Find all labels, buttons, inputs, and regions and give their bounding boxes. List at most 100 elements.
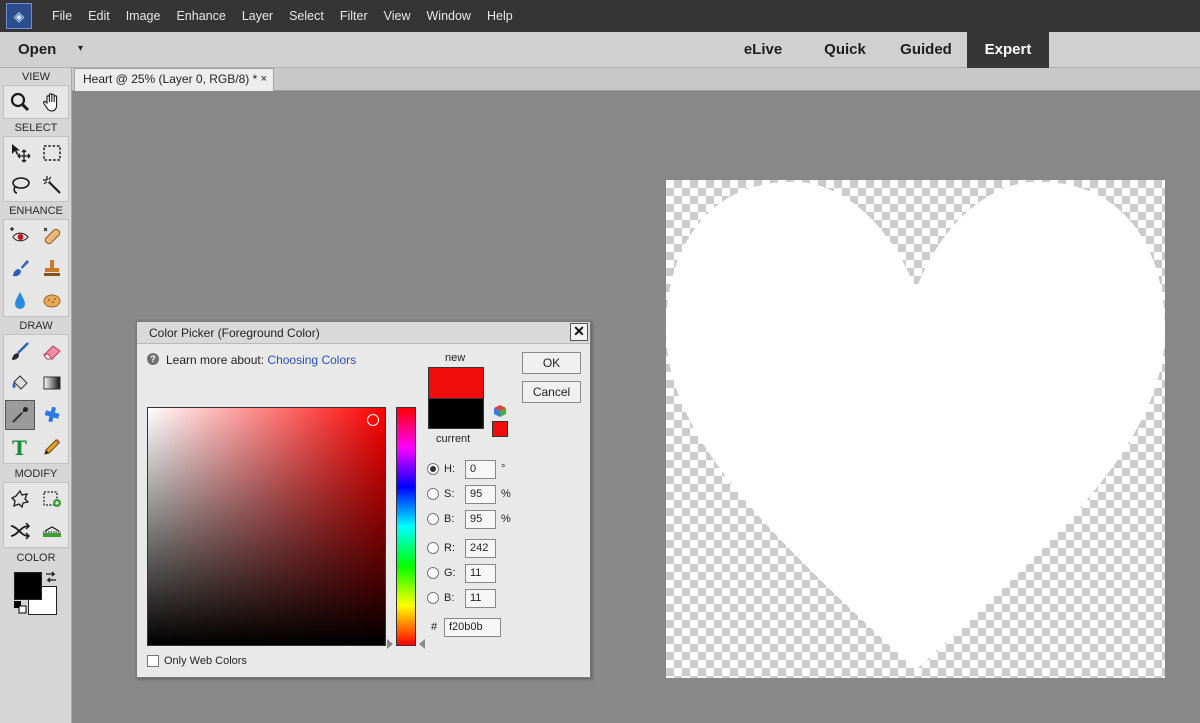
move-tool-icon[interactable]	[5, 138, 35, 168]
brightness-radio[interactable]	[427, 513, 439, 525]
document-tab-title: Heart @ 25% (Layer 0, RGB/8) *	[83, 72, 258, 86]
sponge-tool-icon[interactable]	[37, 285, 67, 315]
section-label-draw: DRAW	[19, 320, 53, 332]
open-dropdown-arrow-icon[interactable]: ▾	[78, 32, 83, 68]
crop-tool-icon[interactable]	[5, 484, 35, 514]
open-button[interactable]: Open	[18, 32, 56, 68]
saturation-radio[interactable]	[427, 488, 439, 500]
hex-label: #	[431, 621, 438, 633]
foreground-color-swatch[interactable]	[14, 572, 42, 600]
brightness-unit: %	[501, 513, 511, 525]
menu-select[interactable]: Select	[281, 0, 332, 32]
tool-group-draw: T	[3, 334, 69, 464]
green-radio[interactable]	[427, 567, 439, 579]
menu-filter[interactable]: Filter	[332, 0, 376, 32]
hand-tool-icon[interactable]	[37, 87, 67, 117]
tab-quick[interactable]: Quick	[806, 32, 884, 68]
default-colors-icon[interactable]	[14, 601, 27, 614]
saturation-unit: %	[501, 488, 511, 500]
menu-image[interactable]: Image	[118, 0, 169, 32]
saturation-label: S:	[444, 488, 455, 500]
menu-enhance[interactable]: Enhance	[168, 0, 233, 32]
brightness-input[interactable]: 95	[465, 510, 496, 529]
image-canvas[interactable]	[666, 180, 1165, 678]
heart-shape	[666, 181, 1165, 670]
green-input[interactable]: 11	[465, 564, 496, 583]
mode-bar: Open ▾ eLive Quick Guided Expert	[0, 32, 1200, 68]
menu-bar: ◈ File Edit Image Enhance Layer Select F…	[0, 0, 1200, 32]
tab-expert[interactable]: Expert	[967, 32, 1049, 68]
tool-group-modify	[3, 482, 69, 548]
hue-radio[interactable]	[427, 463, 439, 475]
new-color-swatch	[428, 367, 484, 398]
current-color-swatch[interactable]	[428, 398, 484, 429]
green-label: G:	[444, 567, 456, 579]
hue-label: H:	[444, 463, 455, 475]
cancel-button[interactable]: Cancel	[522, 381, 581, 403]
saturation-input[interactable]: 95	[465, 485, 496, 504]
tab-elive[interactable]: eLive	[724, 32, 802, 68]
menu-edit[interactable]: Edit	[80, 0, 118, 32]
learn-more-label: Learn more about:	[166, 353, 268, 367]
red-eye-tool-icon[interactable]	[5, 221, 35, 251]
red-radio[interactable]	[427, 542, 439, 554]
close-icon[interactable]: ×	[261, 69, 267, 90]
only-web-colors-label: Only Web Colors	[164, 655, 247, 667]
clone-stamp-tool-icon[interactable]	[37, 253, 67, 283]
hue-input[interactable]: 0	[465, 460, 496, 479]
straighten-tool-icon[interactable]	[37, 516, 67, 546]
document-tab[interactable]: Heart @ 25% (Layer 0, RGB/8) * ×	[74, 68, 274, 91]
color-picker-dialog: Color Picker (Foreground Color) ✕ ? Lear…	[136, 321, 591, 678]
color-cube-icon[interactable]	[493, 404, 507, 418]
custom-shape-tool-icon[interactable]	[37, 400, 67, 430]
brush-tool-icon[interactable]	[5, 336, 35, 366]
choosing-colors-link[interactable]: Choosing Colors	[267, 353, 356, 367]
document-tab-bar: Heart @ 25% (Layer 0, RGB/8) * ×	[72, 68, 1200, 91]
tab-guided[interactable]: Guided	[886, 32, 966, 68]
hue-slider[interactable]	[396, 407, 416, 646]
blur-tool-icon[interactable]	[5, 285, 35, 315]
section-label-select: SELECT	[14, 122, 58, 134]
menu-help[interactable]: Help	[479, 0, 521, 32]
type-tool-icon[interactable]: T	[5, 432, 35, 462]
section-label-modify: MODIFY	[14, 468, 58, 480]
smart-brush-tool-icon[interactable]	[5, 253, 35, 283]
photoshop-elements-logo-icon: ◈	[6, 3, 32, 29]
gradient-tool-icon[interactable]	[37, 368, 67, 398]
recompose-tool-icon[interactable]	[37, 484, 67, 514]
saturation-brightness-field[interactable]	[147, 407, 386, 646]
menu-file[interactable]: File	[44, 0, 80, 32]
zoom-tool-icon[interactable]	[5, 87, 35, 117]
ok-button[interactable]: OK	[522, 352, 581, 374]
lasso-tool-icon[interactable]	[5, 170, 35, 200]
blue-input[interactable]: 11	[465, 589, 496, 608]
menu-view[interactable]: View	[376, 0, 419, 32]
blue-label: B:	[444, 592, 455, 604]
toolbox: VIEW SELECT ENHANCE DRAW T MODIFY COLOR	[0, 68, 72, 723]
web-safe-color-swatch[interactable]	[492, 421, 508, 437]
content-aware-move-tool-icon[interactable]	[5, 516, 35, 546]
only-web-colors-checkbox[interactable]	[147, 655, 159, 667]
swap-colors-icon[interactable]	[44, 570, 58, 584]
color-selection-marker[interactable]	[367, 414, 379, 426]
menu-window[interactable]: Window	[419, 0, 479, 32]
marquee-tool-icon[interactable]	[37, 138, 67, 168]
red-input[interactable]: 242	[465, 539, 496, 558]
pencil-tool-icon[interactable]	[37, 432, 67, 462]
dialog-titlebar[interactable]: Color Picker (Foreground Color) ✕	[137, 322, 590, 344]
paint-bucket-tool-icon[interactable]	[5, 368, 35, 398]
current-color-label: current	[436, 433, 471, 445]
hex-input[interactable]: f20b0b	[444, 618, 501, 637]
blue-radio[interactable]	[427, 592, 439, 604]
learn-more-text: Learn more about: Choosing Colors	[166, 353, 356, 367]
hue-unit: °	[501, 463, 506, 475]
spot-healing-tool-icon[interactable]	[37, 221, 67, 251]
close-icon[interactable]: ✕	[570, 323, 588, 341]
section-label-enhance: ENHANCE	[9, 205, 63, 217]
menu-layer[interactable]: Layer	[234, 0, 281, 32]
hue-slider-arrow-right-icon[interactable]	[419, 639, 425, 649]
eraser-tool-icon[interactable]	[37, 336, 67, 366]
hue-slider-arrow-left-icon[interactable]	[387, 639, 393, 649]
quick-selection-tool-icon[interactable]	[37, 170, 67, 200]
color-picker-tool-icon[interactable]	[5, 400, 35, 430]
